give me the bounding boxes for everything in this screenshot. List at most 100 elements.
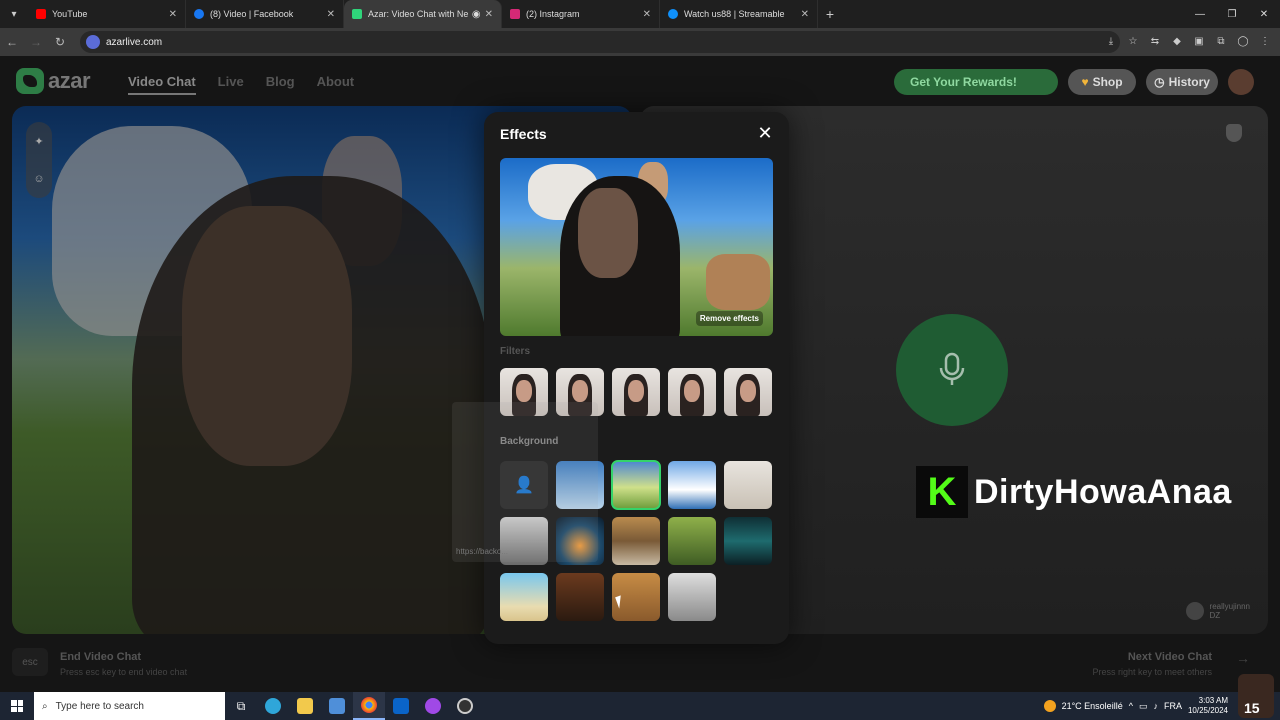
address-bar[interactable]: azarlive.com (80, 31, 1120, 53)
messenger-app[interactable] (417, 692, 449, 720)
close-tab-icon[interactable]: ✕ (643, 9, 651, 20)
close-tab-icon[interactable]: ✕ (801, 9, 809, 20)
extension-icon[interactable]: ▣ (1190, 32, 1208, 50)
esc-key-badge: esc (12, 648, 48, 676)
extension-diamond-icon[interactable]: ◆ (1168, 32, 1186, 50)
start-button[interactable] (0, 692, 34, 720)
remove-effects-button[interactable]: Remove effects (695, 311, 763, 326)
tab-azar[interactable]: Azar: Video Chat with New ◉ ✕ (344, 0, 502, 28)
filter-option[interactable] (724, 368, 772, 416)
tab-title: (8) Video | Facebook (210, 9, 294, 19)
network-icon[interactable]: ▭ (1139, 701, 1148, 712)
microphone-icon (939, 352, 965, 385)
volume-icon[interactable]: ♪ (1153, 701, 1158, 711)
close-tab-icon[interactable]: ✕ (169, 9, 177, 20)
shop-button[interactable]: ♥ Shop (1068, 69, 1136, 95)
arrow-right-icon: → (1236, 650, 1250, 666)
close-tab-icon[interactable]: ✕ (485, 9, 493, 20)
translate-icon[interactable]: ⇆ (1146, 32, 1164, 50)
weather-sun-icon (1043, 700, 1056, 712)
streamer-face-badge: 15 (1238, 674, 1274, 718)
background-option-tent-mountain[interactable] (612, 517, 660, 565)
background-option-loft[interactable] (668, 573, 716, 621)
effects-modal: Effects ✕ Remove effects Filters Backgro… (484, 112, 789, 644)
clock-icon: ◷ (1154, 75, 1165, 89)
tab-instagram[interactable]: (2) Instagram ✕ (502, 0, 660, 28)
install-icon[interactable]: ⤓ (1102, 32, 1120, 50)
azar-icon (352, 9, 362, 19)
chrome-app[interactable] (353, 692, 385, 720)
weather-text[interactable]: 21°C Ensoleillé (1062, 701, 1123, 711)
edge-app[interactable] (257, 692, 289, 720)
explorer-app[interactable] (289, 692, 321, 720)
chevron-up-icon[interactable]: ^ (1129, 701, 1133, 711)
user-avatar[interactable] (1228, 69, 1254, 95)
end-chat-hint: Press esc key to end video chat (60, 667, 188, 677)
new-tab-button[interactable]: + (818, 6, 842, 22)
outlook-app[interactable] (385, 692, 417, 720)
edge-icon (265, 698, 281, 714)
nav-about[interactable]: About (317, 74, 355, 95)
obs-icon (457, 698, 473, 714)
background-option-beach[interactable] (500, 573, 548, 621)
nav-blog[interactable]: Blog (266, 74, 295, 95)
main-nav: Video Chat Live Blog About (128, 74, 354, 95)
tab-title: Watch us88 | Streamable (684, 9, 785, 19)
puzzle-icon[interactable]: ⧉ (1212, 32, 1230, 50)
clock[interactable]: 3:03 AM 10/25/2024 (1188, 696, 1228, 716)
azar-logo[interactable]: azar (16, 68, 91, 94)
back-icon[interactable]: ← (0, 35, 24, 49)
azar-logo-icon (16, 68, 44, 94)
filters-label: Filters (500, 346, 531, 357)
background-option-gaming-room[interactable] (724, 517, 772, 565)
microphone-button[interactable] (896, 314, 1008, 426)
outlook-icon (393, 698, 409, 714)
bookmark-star-icon[interactable]: ☆ (1124, 32, 1142, 50)
profile-icon[interactable]: ◯ (1234, 32, 1252, 50)
site-info-icon[interactable] (86, 35, 100, 49)
taskbar-search[interactable]: ⌕ Type here to search (34, 692, 225, 720)
instagram-icon (510, 9, 520, 19)
background-option-dogs-sea[interactable] (668, 461, 716, 509)
tab-facebook[interactable]: (8) Video | Facebook ✕ (186, 0, 344, 28)
tab-search-icon[interactable]: ▾ (0, 0, 28, 28)
search-placeholder: Type here to search (55, 700, 144, 712)
obs-app[interactable] (449, 692, 481, 720)
background-option-living-room[interactable] (724, 461, 772, 509)
task-view-icon: ⧉ (236, 698, 246, 713)
close-tab-icon[interactable]: ✕ (327, 9, 335, 20)
nav-video-chat[interactable]: Video Chat (128, 74, 196, 95)
stream-overlay: K DirtyHowaAnaa (916, 466, 1232, 518)
sparkle-effects-icon[interactable]: ✦ (34, 135, 43, 148)
rewards-label: Get Your Rewards! (910, 75, 1017, 89)
tab-title: YouTube (52, 9, 88, 19)
background-option-cat-meadow[interactable] (611, 460, 661, 510)
next-chat-button[interactable]: Next Video Chat (1128, 651, 1212, 663)
filter-option[interactable] (668, 368, 716, 416)
report-shield-icon[interactable] (1226, 124, 1242, 142)
nav-live[interactable]: Live (218, 74, 244, 95)
menu-icon[interactable]: ⋮ (1256, 32, 1274, 50)
background-option-forest[interactable] (668, 517, 716, 565)
sticker-icon[interactable]: ☺ (33, 173, 44, 185)
rewards-button[interactable]: Get Your Rewards! (894, 69, 1058, 95)
tab-youtube[interactable]: YouTube ✕ (28, 0, 186, 28)
next-chat-hint: Press right key to meet others (1092, 667, 1212, 677)
close-icon[interactable]: ✕ (756, 124, 774, 142)
language-indicator[interactable]: FRA (1164, 701, 1182, 711)
reload-icon[interactable]: ↻ (48, 35, 72, 49)
filter-option[interactable] (612, 368, 660, 416)
restore-icon[interactable]: ❐ (1216, 0, 1248, 28)
minimize-icon[interactable]: — (1184, 0, 1216, 28)
history-button[interactable]: ◷ History (1146, 69, 1218, 95)
background-option-cabin[interactable] (556, 573, 604, 621)
effects-title: Effects (500, 126, 547, 142)
store-app[interactable] (321, 692, 353, 720)
forward-icon[interactable]: → (24, 35, 48, 49)
close-window-icon[interactable]: ✕ (1248, 0, 1280, 28)
history-label: History (1168, 75, 1210, 89)
end-chat-button[interactable]: End Video Chat (60, 651, 141, 663)
facebook-icon (194, 9, 204, 19)
task-view-button[interactable]: ⧉ (225, 692, 257, 720)
tab-streamable[interactable]: Watch us88 | Streamable ✕ (660, 0, 818, 28)
